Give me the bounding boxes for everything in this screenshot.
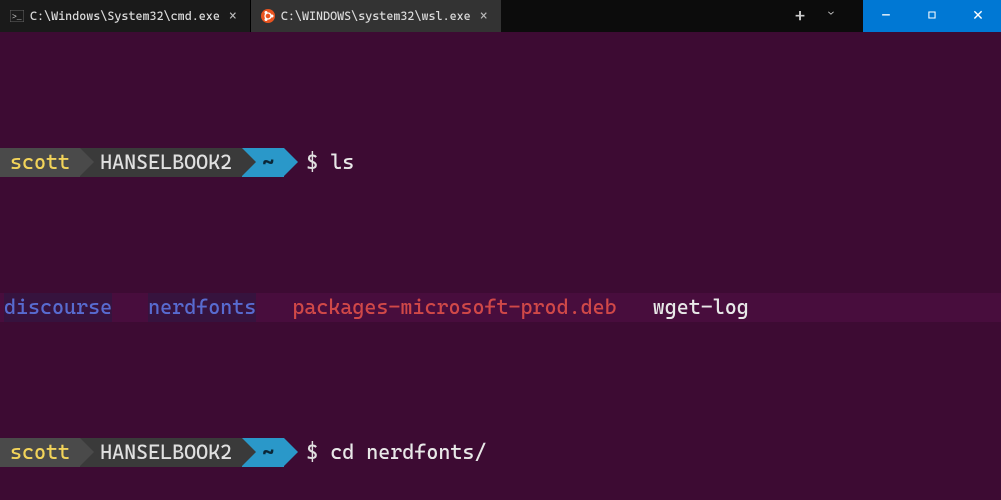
close-icon[interactable]: × xyxy=(226,9,240,23)
seg-host: HANSELBOOK2 xyxy=(80,438,242,467)
tab-cmd[interactable]: >_ C:\Windows\System32\cmd.exe × xyxy=(0,0,250,32)
titlebar: >_ C:\Windows\System32\cmd.exe × C:\WIND… xyxy=(0,0,1001,32)
seg-user: scott xyxy=(0,438,80,467)
command: ls xyxy=(318,148,354,177)
seg-user: scott xyxy=(0,148,80,177)
prompt-line: scott HANSELBOOK2 ~ $ cd nerdfonts/ xyxy=(0,438,1001,467)
ls-entry: nerdfonts xyxy=(148,293,256,322)
seg-host: HANSELBOOK2 xyxy=(80,148,242,177)
terminal-body[interactable]: scott HANSELBOOK2 ~ $ ls discourse nerdf… xyxy=(0,32,1001,500)
tab-dropdown-button[interactable]: ⌄ xyxy=(817,0,845,32)
minimize-button[interactable]: — xyxy=(863,0,909,32)
close-icon[interactable]: × xyxy=(477,9,491,23)
prompt-line: scott HANSELBOOK2 ~ $ ls xyxy=(0,148,1001,177)
ubuntu-icon xyxy=(261,9,275,23)
close-window-button[interactable]: ✕ xyxy=(955,0,1001,32)
tab-wsl[interactable]: C:\WINDOWS\system32\wsl.exe × xyxy=(251,0,501,32)
svg-text:>_: >_ xyxy=(12,13,22,22)
tab-title: C:\Windows\System32\cmd.exe xyxy=(30,9,220,23)
ls-entry: packages-microsoft-prod.deb xyxy=(292,293,616,322)
ls-entry: discourse xyxy=(4,293,112,322)
output-line: discourse nerdfonts packages-microsoft-p… xyxy=(0,293,1001,322)
maximize-button[interactable]: □ xyxy=(909,0,955,32)
command: cd nerdfonts/ xyxy=(318,438,486,467)
new-tab-button[interactable]: + xyxy=(783,0,817,32)
tab-title: C:\WINDOWS\system32\wsl.exe xyxy=(281,9,471,23)
ls-entry: wget-log xyxy=(653,293,749,322)
cmd-icon: >_ xyxy=(10,9,24,23)
